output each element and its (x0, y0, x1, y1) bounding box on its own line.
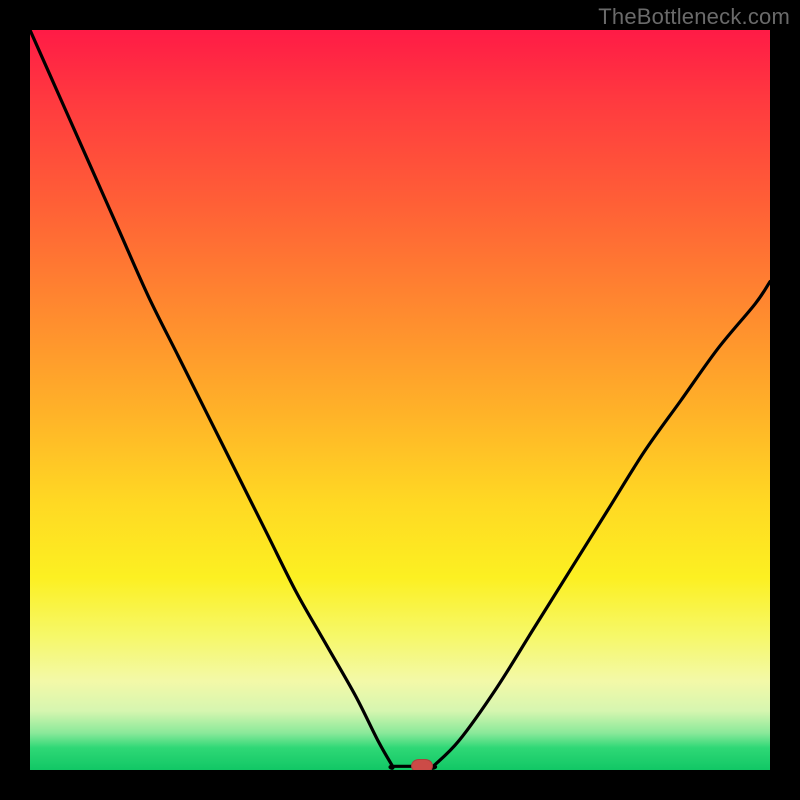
chart-frame: TheBottleneck.com (0, 0, 800, 800)
plot-area (30, 30, 770, 770)
bottleneck-curve (30, 30, 770, 770)
attribution-text: TheBottleneck.com (598, 4, 790, 30)
optimum-marker (411, 759, 433, 770)
curve-path (30, 30, 770, 768)
